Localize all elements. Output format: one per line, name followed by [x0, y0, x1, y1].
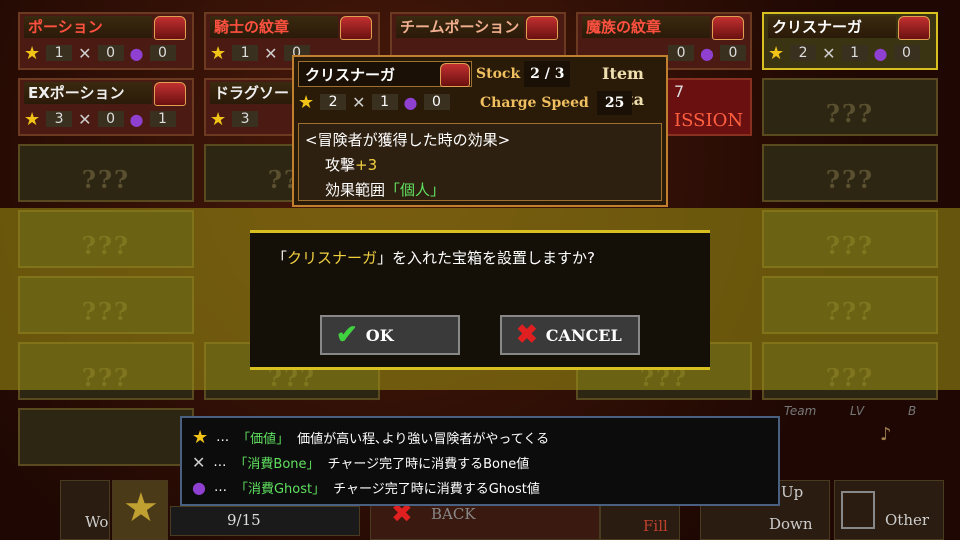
- chest-icon: [340, 16, 372, 40]
- item-cell-stats: ★ 1 ✕ 0 ● 0: [24, 42, 188, 64]
- effect-box: <冒険者が獲得した時の効果> 攻撃+3 効果範囲「個人」: [298, 123, 662, 201]
- item-cell-stats: ★ 3 ✕ 0 ● 1: [24, 108, 188, 130]
- chest-icon: [440, 63, 470, 87]
- item-data-panel: クリスナーガ Stock2 / 3 Item Data ★2 ✕1 ●0 Cha…: [292, 55, 668, 207]
- item-cell-title: EXポーション: [24, 82, 152, 104]
- effect-stat: 攻撃+3: [325, 156, 378, 174]
- ghost-icon: ●: [129, 43, 144, 63]
- mission-label: ISSION: [674, 110, 744, 131]
- music-icon: ♪: [880, 424, 892, 445]
- ghost-icon: ●: [129, 109, 144, 129]
- b-label: B: [908, 404, 917, 418]
- empty-cell[interactable]: ???: [762, 78, 938, 136]
- bone-icon: ✕: [78, 43, 92, 63]
- team-label: Team: [784, 404, 817, 418]
- stock-value: 2 / 3: [524, 61, 571, 87]
- star-icon: ★: [210, 108, 227, 130]
- star-icon: ★: [298, 91, 315, 113]
- menu-icon: [841, 491, 875, 529]
- item-cell-stats: ★ 2 ✕ 1 ● 0: [768, 42, 932, 64]
- unknown-label: ???: [81, 165, 131, 194]
- item-cell-potion[interactable]: ポーション ★ 1 ✕ 0 ● 0: [18, 12, 194, 70]
- legend-row-ghost: ● … 「消費Ghost」 チャージ完了時に消費するGhost値: [192, 477, 540, 497]
- counter-box: 9/15: [170, 506, 360, 536]
- charge-speed: Charge Speed 25: [480, 91, 660, 115]
- unknown-label: ???: [825, 165, 875, 194]
- item-cell-ex-potion[interactable]: EXポーション ★ 3 ✕ 0 ● 1: [18, 78, 194, 136]
- chest-icon: [526, 16, 558, 40]
- item-cell-title: クリスナーガ: [768, 16, 896, 38]
- item-cell-title: 魔族の紋章: [582, 16, 710, 38]
- legend-panel: ★ … 「価値」 価値が高い程､より強い冒険者がやってくる ✕ … 「消費Bon…: [180, 416, 780, 506]
- star-filter-button[interactable]: ★: [112, 480, 168, 540]
- confirm-dialog: 「クリスナーガ」を入れた宝箱を設置しますか? ✔ OK ✖ CANCEL: [250, 230, 710, 370]
- chest-icon: [154, 82, 186, 106]
- empty-cell[interactable]: [18, 408, 194, 466]
- bone-icon: ✕: [78, 109, 92, 129]
- ghost-icon: ●: [192, 477, 206, 497]
- bone-icon: ✕: [352, 92, 366, 112]
- charge-speed-value: 25: [596, 91, 633, 115]
- star-icon: ★: [24, 108, 41, 130]
- ghost-icon: ●: [700, 43, 714, 63]
- effect-title: <冒険者が獲得した時の効果>: [305, 131, 511, 149]
- item-data-header: Item Data: [602, 64, 644, 109]
- item-cell-title: 騎士の紋章: [210, 16, 338, 38]
- item-cell-title: チームポーション: [396, 16, 524, 38]
- effect-range: 効果範囲「個人」: [325, 181, 446, 199]
- lv-label: LV: [850, 404, 865, 418]
- legend-row-value: ★ … 「価値」 価値が高い程､より強い冒険者がやってくる: [192, 426, 550, 448]
- chest-icon: [154, 16, 186, 40]
- empty-cell[interactable]: ???: [18, 144, 194, 202]
- star-icon: ★: [192, 426, 209, 448]
- ok-button[interactable]: ✔ OK: [320, 315, 460, 355]
- star-icon: ★: [768, 42, 785, 64]
- counter: 9/15: [227, 511, 261, 529]
- star-icon: ★: [210, 42, 227, 64]
- ghost-icon: ●: [403, 92, 418, 112]
- cross-icon: ✖: [516, 320, 538, 350]
- item-cell-krisnaga-selected[interactable]: クリスナーガ ★ 2 ✕ 1 ● 0: [762, 12, 938, 70]
- bone-icon: ✕: [192, 452, 206, 472]
- chest-icon: [898, 16, 930, 40]
- ghost-icon: ●: [873, 43, 888, 63]
- stock-display: Stock 2 / 3: [476, 61, 576, 87]
- chest-icon: [712, 16, 744, 40]
- bone-icon: ✕: [822, 43, 836, 63]
- item-cell-title: ポーション: [24, 16, 152, 38]
- wo-button[interactable]: Wo: [60, 480, 110, 540]
- mission-number: 7: [674, 82, 685, 101]
- unknown-label: ???: [825, 99, 875, 128]
- star-icon: ★: [24, 42, 41, 64]
- item-stats: ★ 2 ✕ 1 ● 0: [298, 89, 472, 115]
- other-button[interactable]: Other: [834, 480, 944, 540]
- dialog-message: 「クリスナーガ」を入れた宝箱を設置しますか?: [272, 249, 595, 267]
- empty-cell[interactable]: ???: [762, 144, 938, 202]
- bone-icon: ✕: [264, 43, 278, 63]
- cancel-button[interactable]: ✖ CANCEL: [500, 315, 640, 355]
- star-icon: ★: [123, 485, 159, 531]
- check-icon: ✔: [336, 320, 358, 350]
- legend-row-bone: ✕ … 「消費Bone」 チャージ完了時に消費するBone値: [192, 452, 530, 472]
